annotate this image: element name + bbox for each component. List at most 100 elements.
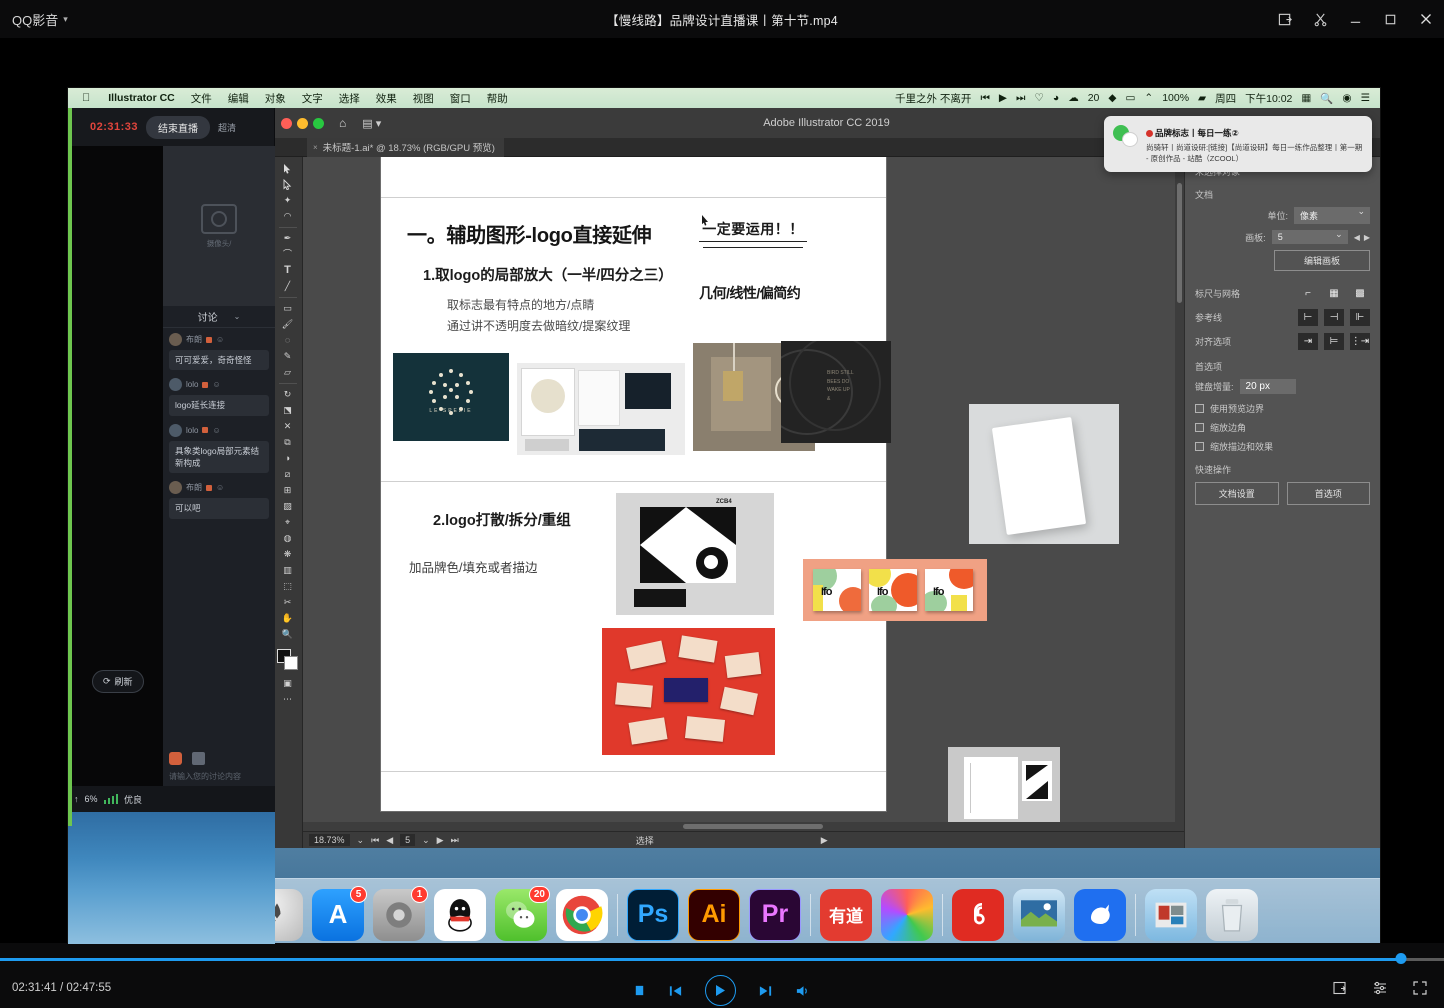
smart-guides-icon[interactable]: ⊨ <box>1324 333 1344 350</box>
dock-item-premiere[interactable]: Pr <box>749 889 801 941</box>
menu-object[interactable]: 对象 <box>257 91 294 106</box>
checkbox-icon[interactable] <box>1195 442 1204 451</box>
keyboard-increment-input[interactable]: 20 px <box>1240 379 1296 394</box>
dock-item-dove[interactable] <box>1074 889 1126 941</box>
shaper-icon[interactable]: ◌ <box>277 333 299 348</box>
fill-stroke-swatches[interactable] <box>276 649 300 671</box>
discussion-input[interactable]: 请输入您的讨论内容 <box>169 771 269 782</box>
eyedropper-icon[interactable]: ⌖ <box>277 515 299 530</box>
snapshot-icon[interactable] <box>1332 980 1348 1001</box>
fullscreen-icon[interactable] <box>1412 980 1428 1001</box>
perspective-grid-icon[interactable]: ⧄ <box>277 467 299 482</box>
symbol-sprayer-icon[interactable]: ❋ <box>277 547 299 562</box>
refresh-button[interactable]: ⟳ 刷新 <box>92 670 144 693</box>
zoom-window-button[interactable] <box>313 118 324 129</box>
stroke-swatch[interactable] <box>284 656 298 670</box>
checkbox-icon[interactable] <box>1195 423 1204 432</box>
zoom-dropdown-icon[interactable]: ⌄ <box>357 835 365 846</box>
artboard-dropdown-icon[interactable]: ⌄ <box>422 835 430 846</box>
zoom-level[interactable]: 18.73% <box>309 834 350 846</box>
dock-item-chrome[interactable] <box>556 889 608 941</box>
home-icon[interactable]: ⌂ <box>339 116 346 130</box>
illustrator-canvas[interactable]: 一。辅助图形-logo直接延伸 一定要运用！！ 几何/线性/偏简约 1.取log… <box>303 157 1184 848</box>
dock-item-app-store[interactable]: A 5 <box>312 889 364 941</box>
menu-effect[interactable]: 效果 <box>368 91 405 106</box>
gradient-icon[interactable]: ▨ <box>277 499 299 514</box>
show-grid-icon[interactable]: ▦ <box>1324 285 1344 302</box>
artboard-number[interactable]: 5 <box>400 834 415 846</box>
snap-to-grid-icon[interactable]: ⋮⇥ <box>1350 333 1370 350</box>
cut-icon[interactable] <box>1313 12 1328 27</box>
free-transform-icon[interactable]: ⧉ <box>277 435 299 450</box>
stream-quality-label[interactable]: 超清 <box>218 121 236 134</box>
notification-toast[interactable]: 品牌标志丨每日一练② 尚骑轩丨尚道设研:[链接]【尚道设研】每日一练作品整理丨第… <box>1104 116 1372 172</box>
magic-wand-icon[interactable]: ✦ <box>277 193 299 208</box>
mesh-icon[interactable]: ⊞ <box>277 483 299 498</box>
arrange-documents-icon[interactable]: ▤ ▾ <box>362 117 381 130</box>
attach-file-icon[interactable] <box>192 752 205 765</box>
lasso-icon[interactable]: ◠ <box>277 209 299 224</box>
stop-button[interactable] <box>633 984 646 997</box>
paintbrush-icon[interactable]: 🖌 <box>277 317 299 332</box>
input-method-icon[interactable]: ▦ <box>1301 92 1311 104</box>
illustrator-toolbar[interactable]: ✦ ◠ ✒ ⌒ T ╱ ▭ 🖌 ◌ ✎ ▱ ↻ ⬔ ✕ <box>273 157 303 848</box>
width-icon[interactable]: ✕ <box>277 419 299 434</box>
dock-item-system-preferences[interactable]: 1 <box>373 889 425 941</box>
canvas-horizontal-scrollbar[interactable] <box>303 822 1175 831</box>
menu-window[interactable]: 窗口 <box>442 91 479 106</box>
selection-icon[interactable] <box>277 161 299 176</box>
next-artboard-icon[interactable]: ▶ <box>437 835 444 846</box>
checkbox-scale-strokes-effects[interactable]: 缩放描边和效果 <box>1195 440 1370 453</box>
artboard-prev-icon[interactable]: ◀ <box>1354 233 1360 242</box>
status-expand-icon[interactable]: ▶ <box>821 835 828 846</box>
more-tools-icon[interactable]: ⋯ <box>277 692 299 707</box>
dock-item-photoshop[interactable]: Ps <box>627 889 679 941</box>
progress-bar[interactable] <box>0 956 1444 962</box>
checkbox-scale-corners[interactable]: 缩放边角 <box>1195 421 1370 434</box>
cloud-icon[interactable]: ☁ <box>1068 92 1079 104</box>
minimize-window-button[interactable] <box>297 118 308 129</box>
dock-item-wechat[interactable]: 20 <box>495 889 547 941</box>
dock-item-illustrator[interactable]: Ai <box>688 889 740 941</box>
dock-item-youdao[interactable]: 有道 <box>820 889 872 941</box>
discussion-header[interactable]: 讨论 ⌄ <box>163 306 275 328</box>
first-artboard-icon[interactable]: ⏮ <box>371 835 379 846</box>
unit-select[interactable]: 像素 <box>1294 207 1370 224</box>
menu-view[interactable]: 视图 <box>405 91 442 106</box>
close-icon[interactable]: × <box>313 143 318 152</box>
pencil-icon[interactable]: ✎ <box>277 349 299 364</box>
search-icon[interactable]: 🔍 <box>1320 92 1333 105</box>
dock-item-files-folder[interactable] <box>1145 889 1197 941</box>
display-icon[interactable]: ▭ <box>1125 92 1135 104</box>
artboard[interactable]: 一。辅助图形-logo直接延伸 一定要运用！！ 几何/线性/偏简约 1.取log… <box>381 157 886 811</box>
battery-icon[interactable]: ▰ <box>1198 92 1206 104</box>
screen-mode-icon[interactable]: ▣ <box>277 676 299 691</box>
close-icon[interactable] <box>1418 11 1434 27</box>
document-setup-button[interactable]: 文档设置 <box>1195 482 1279 505</box>
shape-builder-icon[interactable]: ◑ <box>277 451 299 466</box>
chevron-down-icon[interactable]: ⌄ <box>234 312 241 321</box>
lock-guides-icon[interactable]: ⊣ <box>1324 309 1344 326</box>
discussion-panel[interactable]: 讨论 ⌄ 布朗 ☺ 可可爱爱，奇奇怪怪 lolo <box>163 306 275 746</box>
slice-icon[interactable]: ✂ <box>277 595 299 610</box>
maximize-icon[interactable] <box>1383 12 1398 27</box>
apple-menu-icon[interactable]:  <box>74 92 100 104</box>
screenshot-icon[interactable] <box>1278 12 1293 27</box>
canvas-vertical-scrollbar[interactable] <box>1175 157 1184 848</box>
menu-file[interactable]: 文件 <box>183 91 220 106</box>
hand-icon[interactable]: ✋ <box>277 611 299 626</box>
volume-button[interactable] <box>795 984 812 998</box>
clock-icon[interactable]: ◕ <box>1053 92 1059 104</box>
media-next-icon[interactable]: ⏭ <box>1016 92 1025 105</box>
media-play-icon[interactable]: ▶ <box>999 92 1007 104</box>
emoji-picker-icon[interactable] <box>169 752 182 765</box>
dropbox-icon[interactable]: ◆ <box>1108 92 1116 104</box>
blend-icon[interactable]: ◍ <box>277 531 299 546</box>
dock-item-preview[interactable] <box>1013 889 1065 941</box>
document-tab[interactable]: × 未标题-1.ai* @ 18.73% (RGB/GPU 预览) <box>307 137 504 157</box>
artboard-select[interactable]: 5 <box>1272 230 1348 244</box>
properties-panel[interactable]: 未选择对象 文档 单位: 像素 画板: 5 ◀ ▶ 编辑画板 <box>1184 157 1380 848</box>
dock-item-qq[interactable] <box>434 889 486 941</box>
direct-selection-icon[interactable] <box>277 177 299 192</box>
wifi-icon[interactable]: ⌃ <box>1144 92 1153 104</box>
